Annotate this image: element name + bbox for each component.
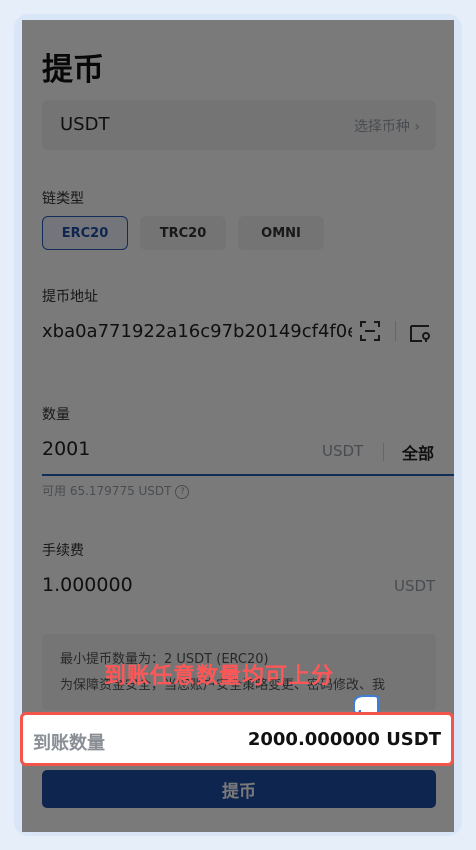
address-book-icon[interactable] xyxy=(408,321,432,345)
amount-unit: USDT xyxy=(322,442,364,460)
amount-divider xyxy=(383,443,384,461)
scan-icon[interactable] xyxy=(358,319,382,343)
annotation-text: 到账任意数量均可上分 xyxy=(104,664,335,689)
fee-label: 手续费 xyxy=(42,543,84,559)
available-text: 可用 65.179775 USDT xyxy=(42,484,172,498)
coin-name: USDT xyxy=(60,114,110,135)
chain-option-trc20[interactable]: TRC20 xyxy=(140,216,226,250)
fee-value: 1.000000 xyxy=(42,574,133,596)
address-label: 提币地址 xyxy=(42,289,98,305)
chain-option-omni[interactable]: OMNI xyxy=(238,216,324,250)
all-button[interactable]: 全部 xyxy=(402,440,434,464)
amount-underline xyxy=(42,474,454,476)
fee-unit: USDT xyxy=(394,577,436,595)
chevron-right-icon: › xyxy=(414,119,420,135)
received-amount-value: 2000.000000 USDT xyxy=(247,729,441,750)
address-input[interactable]: xba0a771922a16c97b20149cf4f0eb8 xyxy=(42,321,352,342)
received-amount-label: 到账数量 xyxy=(33,733,105,754)
coin-select-label: 选择币种 xyxy=(353,119,410,135)
chain-type-label: 链类型 xyxy=(42,191,84,207)
chain-option-erc20[interactable]: ERC20 xyxy=(42,216,128,250)
withdraw-screen: 提币 USDT 选择币种 › 链类型 ERC20 TRC20 OMNI 提币地址… xyxy=(22,20,454,832)
page-title: 提币 xyxy=(42,52,104,88)
info-icon[interactable]: ? xyxy=(175,484,190,499)
amount-label: 数量 xyxy=(42,407,70,423)
amount-input[interactable]: 2001 xyxy=(42,438,90,460)
received-amount-highlight: 到账数量 2000.000000 USDT xyxy=(20,712,454,766)
coin-select-hint: 选择币种 › xyxy=(354,116,420,136)
coin-selector[interactable]: USDT 选择币种 › xyxy=(42,100,436,150)
withdraw-submit-button[interactable]: 提币 xyxy=(42,770,436,808)
address-divider xyxy=(395,321,396,341)
available-balance: 可用 65.179775 USDT ? xyxy=(42,482,190,499)
